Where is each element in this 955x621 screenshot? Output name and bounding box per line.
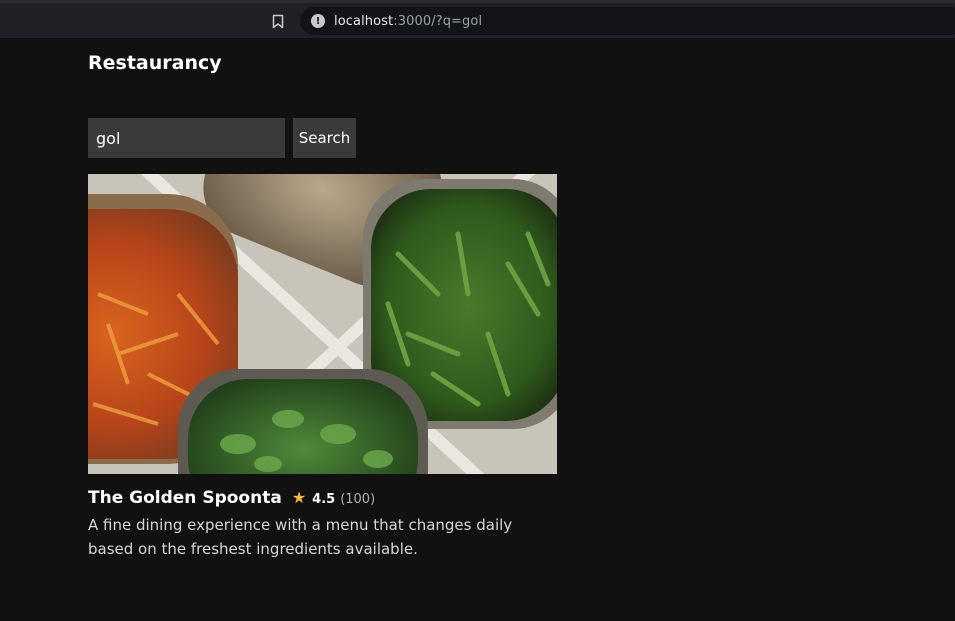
brand-link[interactable]: Restaurancy <box>88 52 222 74</box>
restaurant-name[interactable]: The Golden Spoonta <box>88 488 282 508</box>
restaurant-description: A fine dining experience with a menu tha… <box>88 516 513 558</box>
url-text[interactable]: localhost:3000/?q=gol <box>334 14 482 29</box>
address-bar[interactable]: ! localhost:3000/?q=gol <box>300 7 955 35</box>
url-path: :3000/?q=gol <box>393 13 483 29</box>
browser-toolbar: ! localhost:3000/?q=gol <box>0 0 955 38</box>
rating-value: 4.5 <box>312 492 336 507</box>
search-input[interactable] <box>88 118 285 158</box>
bookmark-icon[interactable] <box>268 11 288 31</box>
food-trays-image[interactable] <box>88 174 557 474</box>
search-form: Search <box>88 118 356 158</box>
review-count: (100) <box>340 492 376 507</box>
restaurant-card[interactable]: The Golden Spoonta ★ 4.5 (100) A fine di… <box>88 174 557 561</box>
card-title-row: The Golden Spoonta ★ 4.5 (100) <box>88 488 557 508</box>
url-host: localhost <box>334 13 394 29</box>
star-icon: ★ <box>291 488 307 507</box>
search-button[interactable]: Search <box>293 118 356 158</box>
info-icon[interactable]: ! <box>311 14 325 28</box>
